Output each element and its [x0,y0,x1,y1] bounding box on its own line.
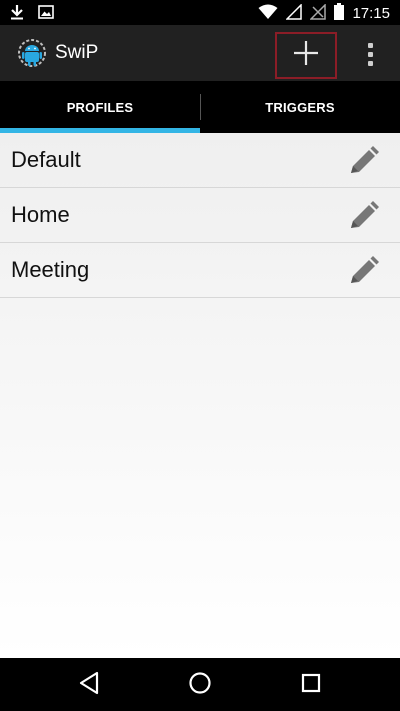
back-button[interactable] [74,670,104,700]
android-robot-icon [17,38,47,68]
status-bar: 17:15 [0,0,400,25]
image-icon [38,5,54,24]
profile-name: Default [11,147,81,172]
overflow-dot [367,42,373,48]
navigation-bar [0,658,400,711]
home-button[interactable] [185,670,215,700]
tab-profiles[interactable]: PROFILES [0,81,200,133]
tab-triggers[interactable]: TRIGGERS [200,81,400,133]
action-bar: SwiP [0,25,400,81]
pencil-icon[interactable] [348,256,380,286]
profile-name: Home [11,202,70,227]
overflow-menu-button[interactable] [358,39,382,69]
add-profile-button[interactable] [275,32,337,79]
wifi-icon [258,4,278,25]
home-icon [188,671,212,700]
battery-icon [334,3,345,25]
pencil-icon[interactable] [348,201,380,231]
tab-triggers-label: TRIGGERS [265,99,335,115]
profile-name: Meeting [11,257,90,282]
overflow-dot [367,60,373,66]
recents-button[interactable] [296,670,326,700]
tab-profiles-label: PROFILES [66,99,134,115]
plus-icon [292,39,320,72]
tab-bar: PROFILES TRIGGERS [0,81,400,133]
profile-row-meeting[interactable]: Meeting [0,243,400,298]
no-sim-icon [309,2,327,25]
app-title: SwiP [55,42,99,63]
back-icon [78,671,100,700]
pencil-icon[interactable] [348,146,380,176]
signal-icon [285,2,303,25]
profile-row-default[interactable]: Default [0,133,400,188]
overflow-dot [367,51,373,57]
status-time: 17:15 [352,5,390,22]
recents-icon [300,672,322,699]
profiles-list: Default Home Meeting [0,133,400,658]
download-icon [10,4,24,25]
profile-row-home[interactable]: Home [0,188,400,243]
